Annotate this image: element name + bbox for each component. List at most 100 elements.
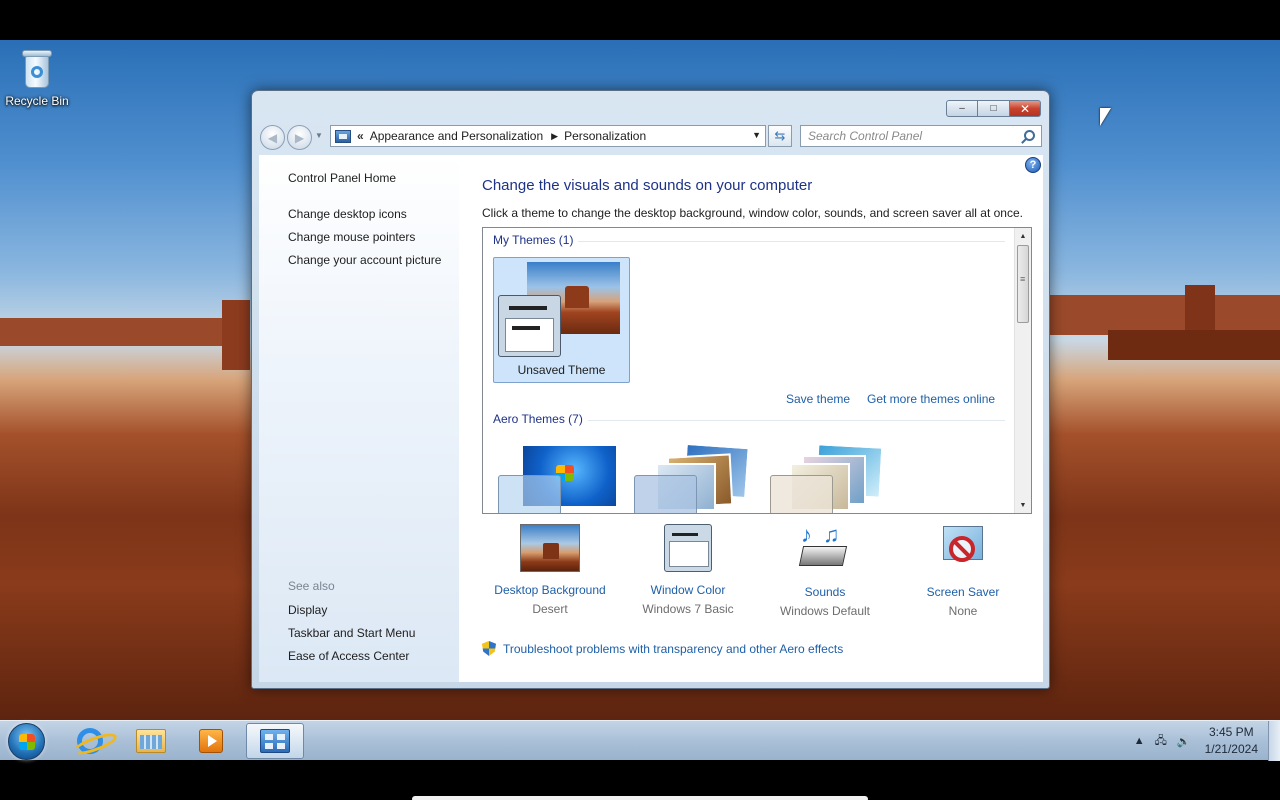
troubleshoot-link[interactable]: Troubleshoot problems with transparency … (503, 642, 843, 656)
setting-value: Windows 7 Basic (642, 602, 734, 616)
sounds-icon: ♪ ♫ (795, 522, 855, 574)
landscape-mesa (1108, 330, 1280, 360)
page-description: Click a theme to change the desktop back… (482, 206, 1023, 220)
breadcrumb-personalization[interactable]: Personalization (564, 129, 646, 143)
recent-pages-dropdown[interactable]: ▼ (315, 131, 323, 140)
breadcrumb-separator-icon[interactable]: ▶ (551, 131, 558, 142)
show-hidden-icons-icon[interactable]: ▲ (1134, 735, 1145, 747)
personalization-window: – □ ✕ ◀ ▶ ▼ « Appearance and Personaliza… (251, 90, 1050, 689)
sidebar-ease-of-access[interactable]: Ease of Access Center (288, 649, 409, 663)
setting-name[interactable]: Screen Saver (893, 585, 1033, 599)
sidebar: Control Panel Home Change desktop icons … (259, 155, 459, 682)
volume-icon[interactable]: 🔊 (1177, 735, 1191, 748)
windows-logo-icon (19, 734, 35, 750)
taskbar-internet-explorer[interactable] (61, 723, 119, 759)
sounds-setting[interactable]: ♪ ♫ Sounds Windows Default (755, 522, 895, 618)
clock-time: 3:45 PM (1208, 725, 1254, 739)
main-content: ? Change the visuals and sounds on your … (459, 155, 1043, 682)
shield-icon (482, 641, 496, 656)
page-title: Change the visuals and sounds on your co… (482, 177, 813, 194)
recycle-bin-icon (22, 48, 52, 90)
show-desktop-button[interactable] (1268, 721, 1280, 761)
forward-arrow-icon: ▶ (294, 130, 305, 145)
see-also-heading: See also (288, 579, 335, 593)
landscape-mesa (0, 318, 250, 346)
forward-button[interactable]: ▶ (287, 125, 312, 150)
group-divider (578, 241, 1005, 242)
setting-name[interactable]: Sounds (755, 585, 895, 599)
aero-themes-header: Aero Themes (7) (493, 412, 583, 426)
back-arrow-icon: ◀ (267, 130, 278, 145)
clock-date: 1/21/2024 (1204, 742, 1258, 756)
start-button[interactable] (8, 723, 45, 760)
sidebar-control-panel-home[interactable]: Control Panel Home (288, 171, 396, 185)
address-bar[interactable]: « Appearance and Personalization ▶ Perso… (330, 125, 766, 147)
theme-tile-windows7[interactable] (494, 445, 616, 513)
theme-tile-unsaved[interactable]: Unsaved Theme (493, 257, 630, 383)
minimize-button[interactable]: – (946, 100, 978, 117)
taskbar: ▲ 🖧 🔊 3:45 PM 1/21/2024 (0, 720, 1280, 761)
network-icon[interactable]: 🖧 (1155, 732, 1167, 751)
sidebar-change-account-picture[interactable]: Change your account picture (288, 253, 441, 267)
sidebar-change-mouse-pointers[interactable]: Change mouse pointers (288, 230, 415, 244)
mouse-cursor-icon (1100, 108, 1111, 126)
refresh-icon: ⇆ (774, 128, 786, 143)
window-controls: – □ ✕ (946, 100, 1041, 117)
setting-name[interactable]: Window Color (618, 583, 758, 597)
get-more-themes-link[interactable]: Get more themes online (867, 392, 995, 406)
setting-name[interactable]: Desktop Background (480, 583, 620, 597)
landscape-butte (222, 300, 250, 370)
refresh-button[interactable]: ⇆ (768, 125, 792, 147)
window-color-setting[interactable]: Window Color Windows 7 Basic (618, 524, 758, 616)
sidebar-change-desktop-icons[interactable]: Change desktop icons (288, 207, 407, 221)
landscape-mesa (1050, 295, 1280, 335)
theme-tile-characters[interactable] (766, 443, 888, 513)
desktop-background-setting[interactable]: Desktop Background Desert (480, 524, 620, 616)
control-panel-icon (260, 729, 290, 753)
theme-window-color-thumbnail (498, 295, 561, 357)
taskbar-media-player[interactable] (182, 723, 240, 759)
setting-value: None (948, 604, 978, 618)
scrollbar-thumb[interactable] (1017, 245, 1029, 323)
setting-value: Desert (532, 602, 568, 616)
search-icon[interactable] (1024, 130, 1035, 141)
search-placeholder: Search Control Panel (808, 129, 923, 143)
taskbar-explorer[interactable] (122, 723, 180, 759)
back-button[interactable]: ◀ (260, 125, 285, 150)
clock[interactable]: 3:45 PM 1/21/2024 (1205, 724, 1258, 758)
folder-icon (136, 729, 166, 753)
screen-saver-icon (933, 524, 993, 574)
theme-tile-architecture[interactable] (630, 442, 752, 513)
troubleshoot-row: Troubleshoot problems with transparency … (482, 641, 843, 656)
recycle-bin-shortcut[interactable]: Recycle Bin (4, 48, 70, 108)
theme-tile-label: Unsaved Theme (517, 363, 606, 377)
breadcrumb-appearance[interactable]: Appearance and Personalization (370, 129, 543, 143)
scroll-down-icon[interactable]: ▼ (1015, 497, 1031, 513)
my-themes-header: My Themes (1) (493, 233, 574, 247)
breadcrumb-overflow[interactable]: « (357, 129, 364, 143)
navigation-bar: ◀ ▶ ▼ « Appearance and Personalization ▶… (259, 124, 1042, 150)
address-dropdown-icon[interactable]: ▼ (752, 130, 761, 140)
control-panel-icon (335, 129, 351, 143)
window-color-icon (664, 524, 712, 572)
sidebar-taskbar-start-menu[interactable]: Taskbar and Start Menu (288, 626, 415, 640)
themes-scrollbar[interactable]: ▲ ▼ (1014, 228, 1031, 513)
screen-bottom-bar (412, 796, 868, 800)
desktop-background-icon (520, 524, 580, 572)
recycle-bin-label: Recycle Bin (5, 94, 69, 108)
help-icon[interactable]: ? (1025, 157, 1041, 173)
close-button[interactable]: ✕ (1010, 100, 1041, 117)
sidebar-display[interactable]: Display (288, 603, 327, 617)
group-divider (588, 420, 1005, 421)
maximize-button[interactable]: □ (978, 100, 1010, 117)
internet-explorer-icon (77, 728, 103, 754)
system-tray: ▲ 🖧 🔊 3:45 PM 1/21/2024 (1134, 721, 1280, 761)
save-theme-link[interactable]: Save theme (786, 392, 850, 406)
media-player-icon (199, 729, 223, 753)
screen-saver-setting[interactable]: Screen Saver None (893, 524, 1033, 618)
taskbar-control-panel[interactable] (246, 723, 304, 759)
scroll-up-icon[interactable]: ▲ (1015, 228, 1031, 244)
themes-list[interactable]: My Themes (1) Unsaved Theme Save theme G… (482, 227, 1032, 514)
setting-value: Windows Default (779, 604, 871, 618)
search-input[interactable]: Search Control Panel (800, 125, 1042, 147)
